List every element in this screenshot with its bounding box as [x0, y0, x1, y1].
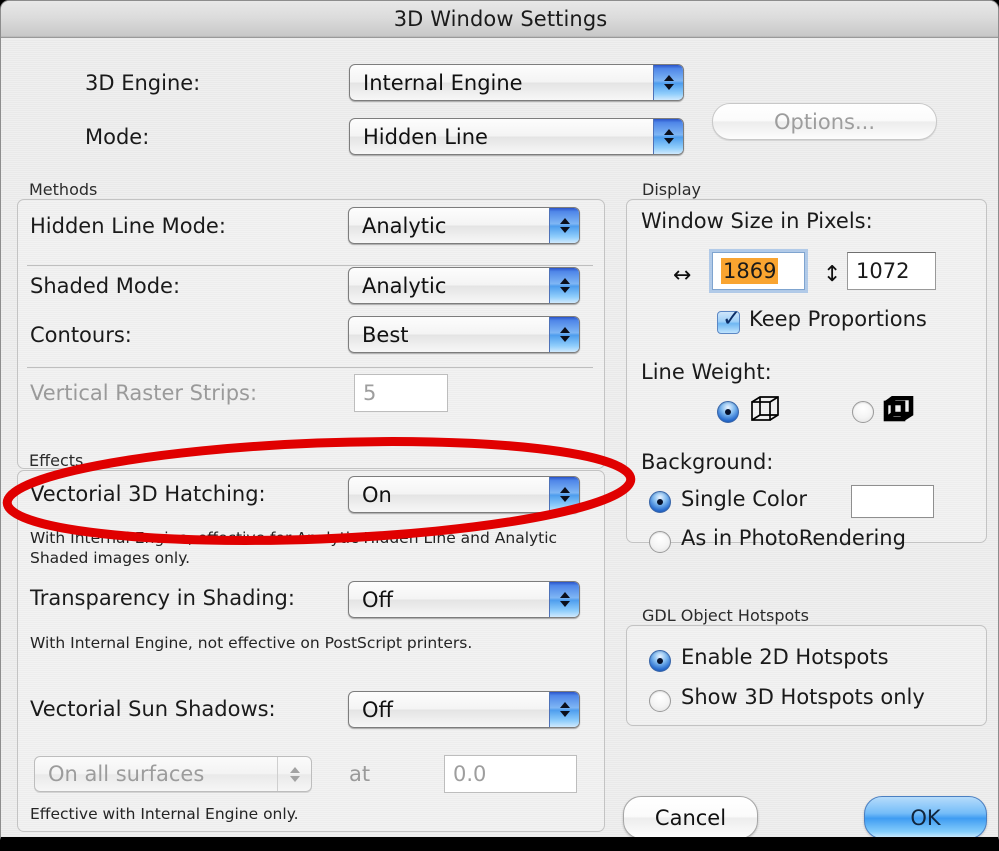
cancel-button[interactable]: Cancel: [623, 796, 758, 837]
show-3d-hotspots-radio[interactable]: [649, 690, 671, 712]
window-size-label: Window Size in Pixels:: [641, 209, 873, 233]
background-single-color-radio[interactable]: [649, 491, 671, 513]
vectorial-sun-shadows-value: Off: [362, 697, 393, 722]
vectorial-sun-shadows-note: Effective with Internal Engine only.: [30, 805, 299, 823]
effects-group-title: Effects: [29, 451, 84, 470]
display-group-title: Display: [642, 180, 701, 199]
horizontal-arrows-icon: ↔: [673, 263, 692, 288]
transparency-in-shading-popup[interactable]: Off: [348, 581, 580, 618]
shaded-mode-value: Analytic: [362, 273, 447, 298]
engine-popup-value: Internal Engine: [363, 70, 523, 95]
background-label: Background:: [641, 450, 774, 474]
vertical-arrows-icon: ↕: [823, 262, 842, 287]
contours-value: Best: [362, 322, 409, 347]
transparency-in-shading-label: Transparency in Shading:: [30, 586, 295, 610]
sun-shadow-at-label: at: [349, 762, 371, 786]
hotspots-groupbox: [626, 625, 987, 726]
methods-separator-2: [27, 367, 593, 368]
shaded-mode-popup[interactable]: Analytic: [348, 267, 580, 304]
chevron-updown-icon: [549, 477, 579, 512]
line-weight-thin-radio[interactable]: [717, 401, 739, 423]
window-title: 3D Window Settings: [393, 7, 608, 31]
options-button-label: Options...: [773, 109, 876, 134]
window-width-input[interactable]: 1869: [712, 252, 805, 290]
vectorial-3d-hatching-popup[interactable]: On: [348, 476, 580, 513]
vertical-raster-strips-label: Vertical Raster Strips:: [30, 381, 258, 405]
vectorial-3d-hatching-label: Vectorial 3D Hatching:: [30, 482, 266, 506]
enable-2d-hotspots-label: Enable 2D Hotspots: [681, 645, 889, 669]
engine-label: 3D Engine:: [85, 71, 201, 95]
sun-shadow-at-value: 0.0: [453, 762, 487, 786]
chevron-updown-icon: [653, 65, 683, 100]
chevron-updown-icon: [549, 692, 579, 727]
thin-cube-icon[interactable]: [749, 396, 781, 428]
mode-popup[interactable]: Hidden Line: [349, 118, 684, 155]
hotspots-group-title: GDL Object Hotspots: [642, 606, 809, 625]
dialog-window: 3D Window Settings 3D Engine: Internal E…: [0, 0, 999, 840]
transparency-in-shading-value: Off: [362, 587, 393, 612]
keep-proportions-checkbox[interactable]: ✓: [717, 306, 742, 334]
contours-popup[interactable]: Best: [348, 316, 580, 353]
vectorial-sun-shadows-label: Vectorial Sun Shadows:: [30, 697, 276, 721]
transparency-in-shading-note: With Internal Engine, not effective on P…: [30, 634, 473, 652]
hidden-line-mode-popup[interactable]: Analytic: [348, 207, 580, 244]
methods-separator-1: [27, 265, 593, 266]
hidden-line-mode-label: Hidden Line Mode:: [30, 214, 226, 238]
chevron-updown-icon: [653, 119, 683, 154]
ok-button-label: OK: [910, 805, 941, 830]
window-height-value: 1072: [856, 259, 910, 283]
cancel-button-label: Cancel: [654, 805, 727, 830]
sun-shadow-surfaces-popup[interactable]: On all surfaces: [34, 756, 312, 792]
enable-2d-hotspots-radio[interactable]: [649, 650, 671, 672]
methods-group-title: Methods: [29, 180, 98, 199]
vertical-raster-strips-input[interactable]: 5: [354, 374, 448, 412]
sun-shadow-surfaces-value: On all surfaces: [48, 762, 205, 786]
keep-proportions-label: Keep Proportions: [749, 307, 927, 331]
chevron-updown-icon: [549, 582, 579, 617]
hidden-line-mode-value: Analytic: [362, 213, 447, 238]
chevron-updown-icon: [549, 268, 579, 303]
window-height-input[interactable]: 1072: [847, 252, 936, 290]
dialog-content: 3D Engine: Internal Engine Options... Mo…: [1, 39, 998, 837]
chevron-updown-icon: [549, 317, 579, 352]
title-bar[interactable]: 3D Window Settings: [1, 1, 998, 38]
window-width-value: 1869: [721, 258, 779, 284]
show-3d-hotspots-label: Show 3D Hotspots only: [681, 685, 925, 709]
background-photorendering-label: As in PhotoRendering: [681, 526, 906, 550]
check-icon: ✓: [722, 306, 742, 332]
chevron-updown-icon: [277, 757, 311, 791]
vectorial-3d-hatching-note: With Internal Engine, effective for Anal…: [30, 529, 558, 567]
sun-shadow-at-input[interactable]: 0.0: [444, 755, 577, 793]
options-button[interactable]: Options...: [712, 103, 937, 140]
contours-label: Contours:: [30, 323, 132, 347]
background-color-swatch[interactable]: [851, 485, 934, 518]
bold-cube-icon[interactable]: [882, 395, 914, 428]
background-photorendering-radio[interactable]: [649, 531, 671, 553]
mode-popup-value: Hidden Line: [363, 124, 488, 149]
line-weight-bold-radio[interactable]: [852, 401, 874, 423]
vertical-raster-strips-value: 5: [363, 381, 377, 405]
shaded-mode-label: Shaded Mode:: [30, 274, 181, 298]
background-single-color-label: Single Color: [681, 487, 808, 511]
engine-popup[interactable]: Internal Engine: [349, 64, 684, 101]
ok-button[interactable]: OK: [864, 796, 987, 837]
vectorial-3d-hatching-value: On: [362, 482, 392, 507]
mode-label: Mode:: [85, 125, 150, 149]
vectorial-sun-shadows-popup[interactable]: Off: [348, 691, 580, 728]
line-weight-label: Line Weight:: [641, 360, 772, 384]
chevron-updown-icon: [549, 208, 579, 243]
